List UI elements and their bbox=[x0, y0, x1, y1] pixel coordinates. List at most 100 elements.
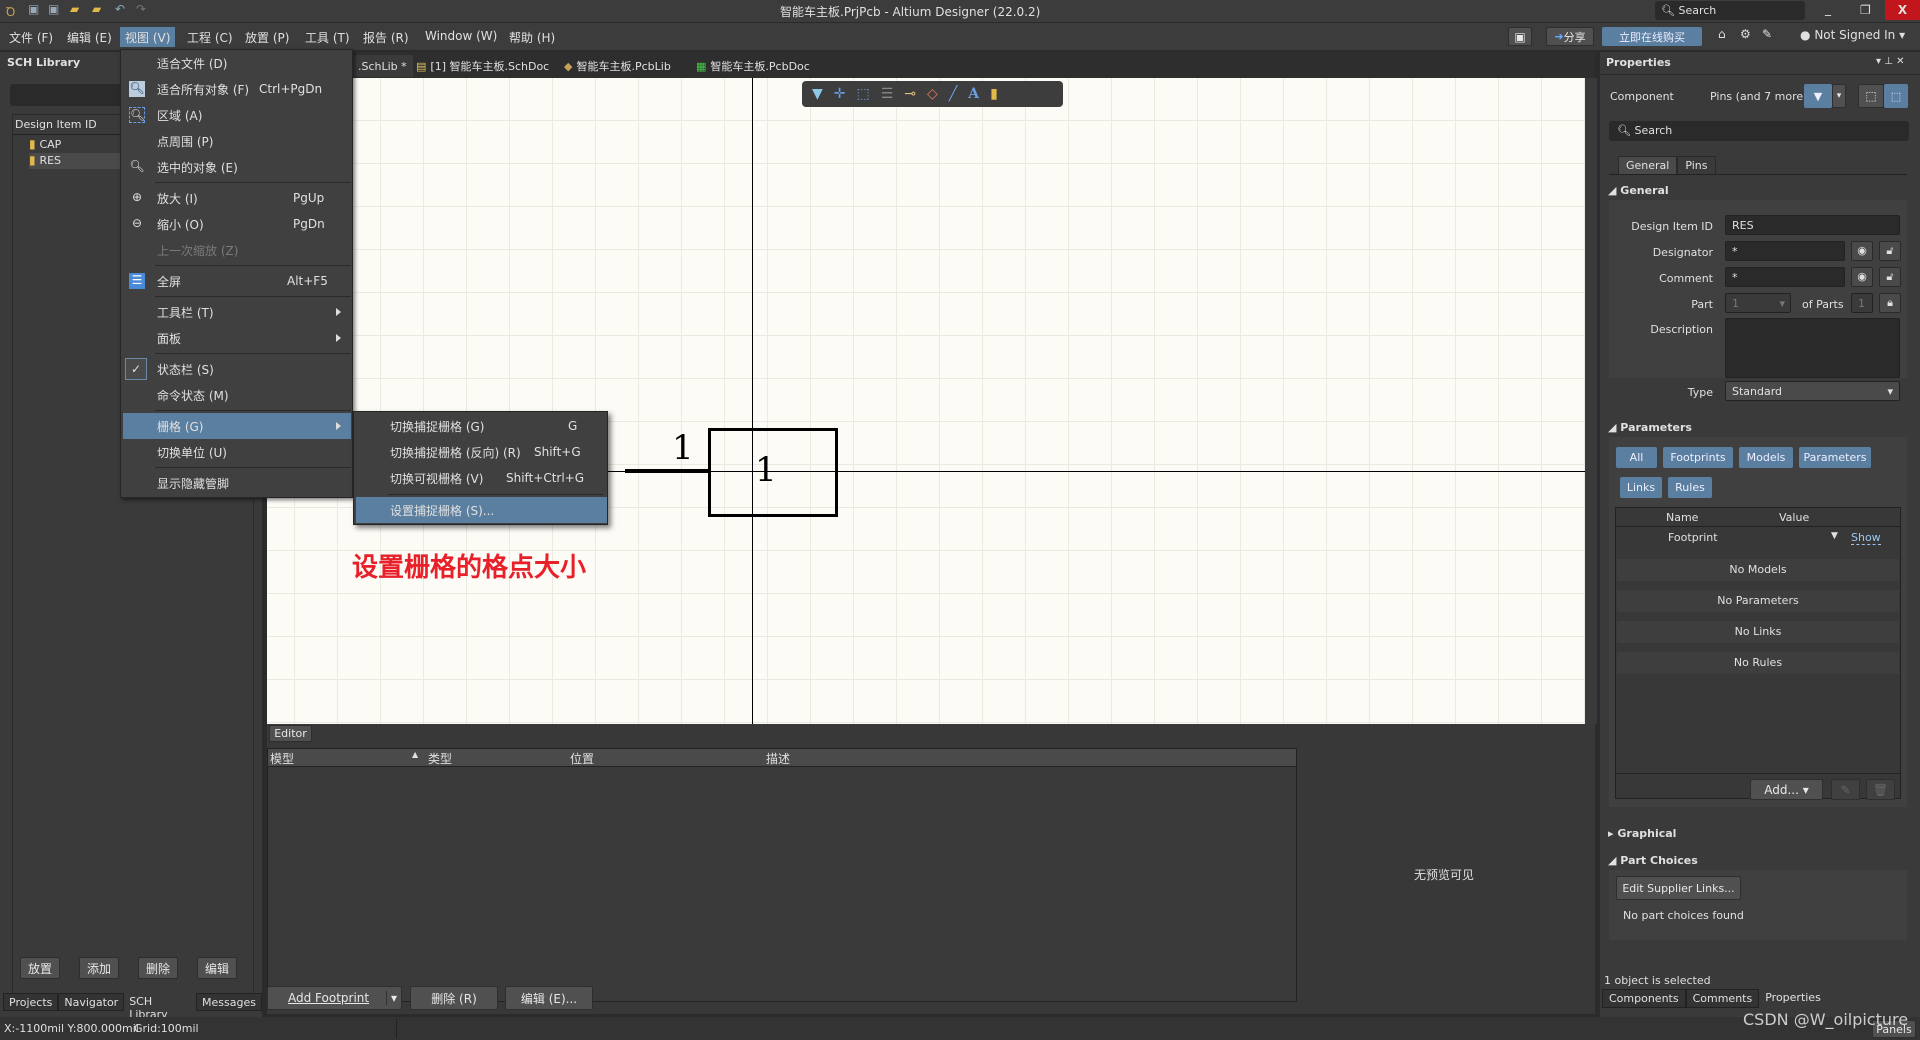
line-icon[interactable]: ╱ bbox=[949, 86, 957, 102]
user-menu[interactable]: ● Not Signed In ▾ bbox=[1800, 28, 1905, 42]
menu-item-area[interactable]: 🔍︎ 区域 (A) bbox=[123, 102, 351, 128]
filter-rules[interactable]: Rules bbox=[1668, 477, 1712, 498]
comment-field[interactable]: * bbox=[1725, 267, 1845, 287]
section-graphical[interactable]: ▸ Graphical bbox=[1608, 827, 1676, 840]
submenu-toggle-snap-grid[interactable]: 切换捕捉栅格 (G) G bbox=[356, 413, 607, 439]
menu-item-fit-all[interactable]: 🔍︎ 适合所有对象 (F) Ctrl+PgDn bbox=[123, 76, 351, 102]
design-item-id-field[interactable]: RES bbox=[1725, 215, 1900, 235]
tab-schlib[interactable]: .SchLib * bbox=[352, 55, 413, 77]
shape-icon[interactable]: ◇ bbox=[927, 86, 938, 102]
text-icon[interactable]: A bbox=[968, 86, 979, 102]
menu-item-selected-objects[interactable]: 🔍︎ 选中的对象 (E) bbox=[123, 154, 351, 180]
description-field[interactable] bbox=[1725, 318, 1900, 378]
column-description[interactable]: 描述 bbox=[766, 750, 790, 767]
column-type[interactable]: 类型 bbox=[428, 750, 452, 767]
tab-pcbdoc[interactable]: ▦ 智能车主板.PcbDoc bbox=[690, 55, 816, 77]
show-link[interactable]: Show bbox=[1851, 531, 1881, 545]
tab-components[interactable]: Components bbox=[1602, 989, 1686, 1008]
menu-tools[interactable]: 工具 (T) bbox=[300, 27, 355, 47]
tab-schdoc[interactable]: ▤ [1] 智能车主板.SchDoc bbox=[410, 55, 555, 77]
tab-messages[interactable]: Messages bbox=[196, 993, 262, 1011]
undo-icon[interactable]: ↶ bbox=[115, 2, 125, 16]
component-icon[interactable]: ▮ bbox=[990, 86, 998, 102]
filter-footprints[interactable]: Footprints bbox=[1663, 447, 1733, 468]
table-row[interactable]: Footprint ▼ Show bbox=[1616, 528, 1900, 548]
filter-links[interactable]: Links bbox=[1620, 477, 1662, 498]
notifications-icon[interactable]: ✎ bbox=[1762, 27, 1772, 41]
submenu-toggle-snap-grid-reverse[interactable]: 切换捕捉栅格 (反向) (R) Shift+G bbox=[356, 439, 607, 465]
column-location[interactable]: 位置 bbox=[570, 750, 594, 767]
share-button[interactable]: ➜ 分享 bbox=[1546, 27, 1594, 46]
delete-model-button[interactable]: 删除 (R) bbox=[410, 986, 498, 1010]
visibility-eye-icon[interactable]: ◉ bbox=[1851, 241, 1873, 261]
feedback-button[interactable]: ▣ bbox=[1508, 27, 1532, 46]
filter-button[interactable]: ▼ bbox=[1804, 84, 1832, 108]
tab-comments[interactable]: Comments bbox=[1685, 989, 1760, 1008]
column-value[interactable]: Value bbox=[1779, 511, 1809, 524]
redo-icon[interactable]: ↷ bbox=[136, 2, 146, 16]
section-parameters[interactable]: ◢ Parameters bbox=[1608, 421, 1692, 434]
lock-icon[interactable]: 🔒︎ bbox=[1879, 293, 1901, 313]
select-icon[interactable]: ⬚ bbox=[857, 86, 870, 102]
menu-window[interactable]: Window (W) bbox=[420, 27, 502, 47]
tab-properties[interactable]: Properties bbox=[1759, 989, 1827, 1008]
add-parameter-button[interactable]: Add... ▾ bbox=[1750, 779, 1823, 800]
buy-online-button[interactable]: 立即在线购买 bbox=[1602, 27, 1702, 46]
pin[interactable] bbox=[625, 469, 708, 473]
section-general[interactable]: ◢ General bbox=[1608, 184, 1669, 197]
edit-model-button[interactable]: 编辑 (E)... bbox=[505, 986, 593, 1010]
select-icon[interactable]: ⬚ bbox=[1858, 84, 1884, 108]
place-button[interactable]: 放置 bbox=[20, 957, 60, 979]
lock-icon[interactable]: 🔓︎ bbox=[1879, 267, 1901, 287]
tab-pcblib[interactable]: ◆ 智能车主板.PcbLib bbox=[558, 55, 677, 77]
tab-navigator[interactable]: Navigator bbox=[58, 993, 125, 1011]
menu-item-zoom-in[interactable]: ⊕ 放大 (I) PgUp bbox=[123, 185, 351, 211]
edit-button[interactable]: 编辑 bbox=[197, 957, 237, 979]
tab-pins[interactable]: Pins bbox=[1677, 156, 1716, 175]
filter-dropdown[interactable]: ▾ bbox=[1832, 84, 1846, 108]
menu-file[interactable]: 文件 (F) bbox=[4, 27, 58, 47]
designator-field[interactable]: * bbox=[1725, 241, 1845, 261]
filter-parameters[interactable]: Parameters bbox=[1799, 447, 1871, 468]
close-button[interactable]: X bbox=[1885, 0, 1920, 20]
menu-place[interactable]: 放置 (P) bbox=[240, 27, 294, 47]
global-search-input[interactable]: 🔍︎ Search bbox=[1655, 1, 1805, 20]
delete-button[interactable]: 删除 bbox=[138, 957, 178, 979]
edit-supplier-links-button[interactable]: Edit Supplier Links... bbox=[1616, 876, 1741, 900]
menu-item-grids[interactable]: 栅格 (G) bbox=[123, 413, 351, 439]
cursor-select-icon[interactable]: ⬚ bbox=[1884, 84, 1908, 108]
dropdown-arrow-icon[interactable]: ▾ bbox=[385, 991, 397, 1005]
column-name[interactable]: Name bbox=[1666, 511, 1698, 524]
add-footprint-button[interactable]: Add Footprint ▾ bbox=[267, 986, 402, 1010]
move-icon[interactable]: ✛ bbox=[834, 86, 846, 102]
menu-item-around-point[interactable]: 点周围 (P) bbox=[123, 128, 351, 154]
menu-item-command-status[interactable]: 命令状态 (M) bbox=[123, 382, 351, 408]
menu-item-fullscreen[interactable]: ☰ 全屏 Alt+F5 bbox=[123, 268, 351, 294]
panel-menu-icon[interactable]: ▾ ⊥ ✕ bbox=[1876, 56, 1904, 67]
menu-item-toggle-units[interactable]: 切换单位 (U) bbox=[123, 439, 351, 465]
save-all-icon[interactable]: ▣ bbox=[48, 2, 59, 16]
add-button[interactable]: 添加 bbox=[79, 957, 119, 979]
visibility-eye-icon[interactable]: ◉ bbox=[1851, 267, 1873, 287]
column-model[interactable]: 模型 bbox=[270, 750, 294, 767]
menu-project[interactable]: 工程 (C) bbox=[182, 27, 238, 47]
menu-reports[interactable]: 报告 (R) bbox=[358, 27, 414, 47]
filter-models[interactable]: Models bbox=[1739, 447, 1793, 468]
gear-icon[interactable]: ⚙ bbox=[1740, 27, 1751, 41]
save-icon[interactable]: ▣ bbox=[28, 2, 39, 16]
open-icon[interactable]: ▰ bbox=[70, 2, 79, 16]
tab-sch-library[interactable]: SCH Library bbox=[124, 993, 197, 1021]
menu-item-show-hidden-pins[interactable]: 显示隐藏管脚 bbox=[123, 470, 351, 496]
home-icon[interactable]: ⌂ bbox=[1718, 27, 1726, 41]
column-design-item-id[interactable]: Design Item ID bbox=[15, 118, 97, 131]
filter-all[interactable]: All bbox=[1616, 447, 1657, 468]
lock-icon[interactable]: 🔓︎ bbox=[1879, 241, 1901, 261]
menu-item-fit-document[interactable]: 适合文件 (D) bbox=[123, 50, 351, 76]
tab-editor[interactable]: Editor bbox=[269, 725, 312, 742]
section-part-choices[interactable]: ◢ Part Choices bbox=[1608, 854, 1698, 867]
restore-button[interactable]: ❐ bbox=[1860, 3, 1871, 17]
minimize-button[interactable]: _ bbox=[1825, 2, 1831, 16]
align-icon[interactable]: ☰ bbox=[881, 86, 894, 102]
menu-view[interactable]: 视图 (V) bbox=[120, 27, 176, 47]
place-pin-icon[interactable]: ⊸ bbox=[904, 86, 916, 102]
